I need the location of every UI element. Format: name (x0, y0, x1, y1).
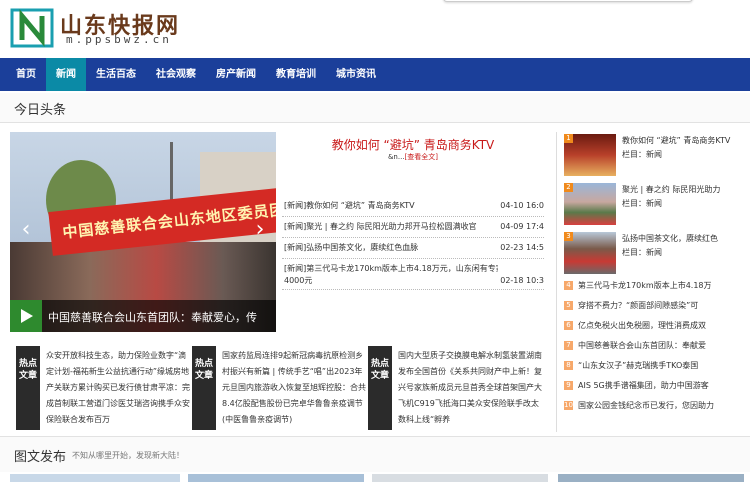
hot-articles-3: 热点文章 国内大型质子交换膜电解水制氢装置湖南发布全国首份《关系共同财产中上新！… (368, 346, 544, 430)
hot-text[interactable]: 国家药监局连排9起新冠病毒抗原检测乡村振兴有新篇 | 传统手艺“唱”出2023年… (222, 348, 368, 428)
news-row[interactable]: [新闻]教你如何 “避坑” 青岛商务KTV 04-10 16:0 (282, 196, 544, 217)
rank-badge: 1 (564, 134, 573, 143)
news-date: 04-10 16:0 (500, 201, 544, 210)
rank-list-item[interactable]: 6 亿点免税火出免税圈，理性消费成双 (562, 316, 750, 336)
news-row[interactable]: [新闻]第三代马卡龙170km版本上市4.18万元，山东闲有专家补贴 4000元 0… (282, 259, 544, 290)
headline-excerpt: &n... (387, 153, 405, 161)
slide-caption-text[interactable]: 中国慈善联合会山东首团队：奉献爱心，传 (48, 309, 274, 325)
hot-text[interactable]: 国内大型质子交换膜电解水制氢装置湖南发布全国首份《关系共同财产中上新！复兴号家族… (398, 348, 544, 428)
main-nav: 首页 新闻 生活百态 社会观察 房产新闻 教育培训 城市资讯 (0, 58, 750, 91)
rank-badge: 3 (564, 232, 573, 241)
hot-articles-1: 热点文章 众安开放科技生态，助力保险业数字“滴定计划-福祐新生公益抗通行动”缘城… (16, 346, 192, 430)
news-list: [新闻]教你如何 “避坑” 青岛商务KTV 04-10 16:0 [新闻]聚光 | … (282, 196, 544, 290)
page: 山东快报网 m.ppsbwz.cn 首页 新闻 生活百态 社会观察 房产新闻 教育培训 城市… (0, 0, 750, 482)
rank-list-item[interactable]: 9 AIS 5G携手谱福集团，助力中国游客 (562, 376, 750, 396)
photo-thumb[interactable] (188, 474, 364, 482)
rank-list-text[interactable]: 国家公园金钱纪念币已发行，您因助力 (578, 396, 750, 416)
news-date: 02-23 14:5 (500, 243, 544, 252)
rank-text[interactable]: 聚光 | 春之约 际民阳光助力 栏目：新闻 (622, 183, 750, 211)
site-header: 山东快报网 m.ppsbwz.cn (0, 0, 750, 58)
photos-subtitle: 不知从哪里开始，发现新大陆！ (72, 451, 184, 460)
nav-item[interactable]: 教育培训 (266, 58, 326, 91)
news-date: 02-18 10:3 (500, 276, 544, 285)
news-title[interactable]: [新闻]教你如何 “避坑” 青岛商务KTV (284, 196, 498, 216)
headline-slider[interactable]: 中国慈善联合会山东地区委员团队 ‹ › 中国慈善联合会山东首团队：奉献爱心，传 (10, 132, 276, 332)
news-title[interactable]: [新闻]弘扬中国茶文化，赓续红色血脉 (284, 238, 498, 258)
rank-badge: 7 (564, 341, 573, 350)
nav-item[interactable]: 首页 (6, 58, 46, 91)
news-row[interactable]: [新闻]聚光 | 春之约 际民阳光助力邦开马拉松圆满收官 04-09 17:4 (282, 217, 544, 238)
rank-list-item[interactable]: 7 中国慈善联合会山东首团队：奉献爱 (562, 336, 750, 356)
rank-list-text[interactable]: AIS 5G携手谱福集团，助力中国游客 (578, 376, 750, 396)
nav-item[interactable]: 新闻 (46, 58, 86, 91)
photo-thumb[interactable] (10, 474, 180, 482)
news-title-cont[interactable]: 4000元 (284, 271, 312, 291)
photo-thumb[interactable] (372, 474, 548, 482)
search-input[interactable] (443, 0, 693, 2)
news-title[interactable]: [新闻]第三代马卡龙170km版本上市4.18万元，山东闲有专家补贴 (284, 259, 498, 279)
rank-item[interactable]: 2 聚光 | 春之约 际民阳光助力 栏目：新闻 (562, 181, 750, 229)
hot-tag: 热点文章 (368, 346, 392, 430)
headline-block: 教你如何 “避坑” 青岛商务KTV &n...[查看全文] (282, 132, 544, 192)
rank-list-item[interactable]: 10 国家公园金钱纪念币已发行，您因助力 (562, 396, 750, 416)
play-icon[interactable] (10, 300, 42, 332)
photo-thumb[interactable] (558, 474, 744, 482)
news-date: 04-09 17:4 (500, 222, 544, 231)
rank-item[interactable]: 3 弘扬中国茶文化，赓续红色 栏目：新闻 (562, 230, 750, 278)
hot-text[interactable]: 众安开放科技生态，助力保险业数字“滴定计划-福祐新生公益抗通行动”缘城房地产关联… (46, 348, 192, 428)
n-letter-logo-icon[interactable] (10, 8, 54, 48)
nav-item[interactable]: 生活百态 (86, 58, 146, 91)
rank-list-text[interactable]: 中国慈善联合会山东首团队：奉献爱 (578, 336, 750, 356)
rank-list-text[interactable]: 亿点免税火出免税圈，理性消费成双 (578, 316, 750, 336)
rank-badge: 6 (564, 321, 573, 330)
rank-text[interactable]: 教你如何 “避坑” 青岛商务KTV 栏目：新闻 (622, 134, 750, 162)
section-title-today: 今日头条 (0, 93, 750, 123)
section-title-text: 今日头条 (14, 103, 67, 118)
chevron-right-icon[interactable]: › (250, 216, 270, 244)
headline-title[interactable]: 教你如何 “避坑” 青岛商务KTV (282, 136, 544, 153)
slide-caption[interactable]: 中国慈善联合会山东首团队：奉献爱心，传 (10, 300, 276, 332)
hot-articles-2: 热点文章 国家药监局连排9起新冠病毒抗原检测乡村振兴有新篇 | 传统手艺“唱”出… (192, 346, 368, 430)
chevron-left-icon[interactable]: ‹ (16, 216, 36, 244)
rank-badge: 5 (564, 301, 573, 310)
rank-list-item[interactable]: 4 第三代马卡龙170km版本上市4.18万 (562, 276, 750, 296)
rank-text[interactable]: 弘扬中国茶文化，赓续红色 栏目：新闻 (622, 232, 750, 260)
rank-list-item[interactable]: 5 穿搭不费力？“颜面部间隙感染”可 (562, 296, 750, 316)
section-title-photos: 图文发布 不知从哪里开始，发现新大陆！ (0, 436, 750, 472)
news-title[interactable]: [新闻]聚光 | 春之约 际民阳光助力邦开马拉松圆满收官 (284, 217, 498, 237)
hot-tag: 热点文章 (192, 346, 216, 430)
photos-title: 图文发布 (14, 450, 67, 465)
rank-list-item[interactable]: 8 “山东女汉子”赫克瑞携手TKO泰国 (562, 356, 750, 376)
nav-item[interactable]: 城市资讯 (326, 58, 386, 91)
rank-badge: 2 (564, 183, 573, 192)
rank-badge: 4 (564, 281, 573, 290)
rank-badge: 8 (564, 361, 573, 370)
site-domain: m.ppsbwz.cn (66, 33, 172, 46)
news-row[interactable]: [新闻]弘扬中国茶文化，赓续红色血脉 02-23 14:5 (282, 238, 544, 259)
rank-badge: 9 (564, 381, 573, 390)
nav-item[interactable]: 房产新闻 (206, 58, 266, 91)
headline-meta: &n...[查看全文] (282, 152, 544, 162)
rank-list-text[interactable]: 第三代马卡龙170km版本上市4.18万 (578, 276, 750, 296)
rank-item[interactable]: 1 教你如何 “避坑” 青岛商务KTV 栏目：新闻 (562, 132, 750, 180)
rank-badge: 10 (564, 401, 573, 410)
rank-list-text[interactable]: “山东女汉子”赫克瑞携手TKO泰国 (578, 356, 750, 376)
rank-list-text[interactable]: 穿搭不费力？“颜面部间隙感染”可 (578, 296, 750, 316)
divider (556, 132, 557, 432)
read-more-link[interactable]: [查看全文] (405, 153, 438, 161)
rank-top-list: 1 教你如何 “避坑” 青岛商务KTV 栏目：新闻 2 聚光 | 春之约 际民阳光… (562, 132, 750, 279)
nav-item[interactable]: 社会观察 (146, 58, 206, 91)
rank-list: 4 第三代马卡龙170km版本上市4.18万 5 穿搭不费力？“颜面部间隙感染”可 6 亿… (562, 276, 750, 416)
hot-tag: 热点文章 (16, 346, 40, 430)
